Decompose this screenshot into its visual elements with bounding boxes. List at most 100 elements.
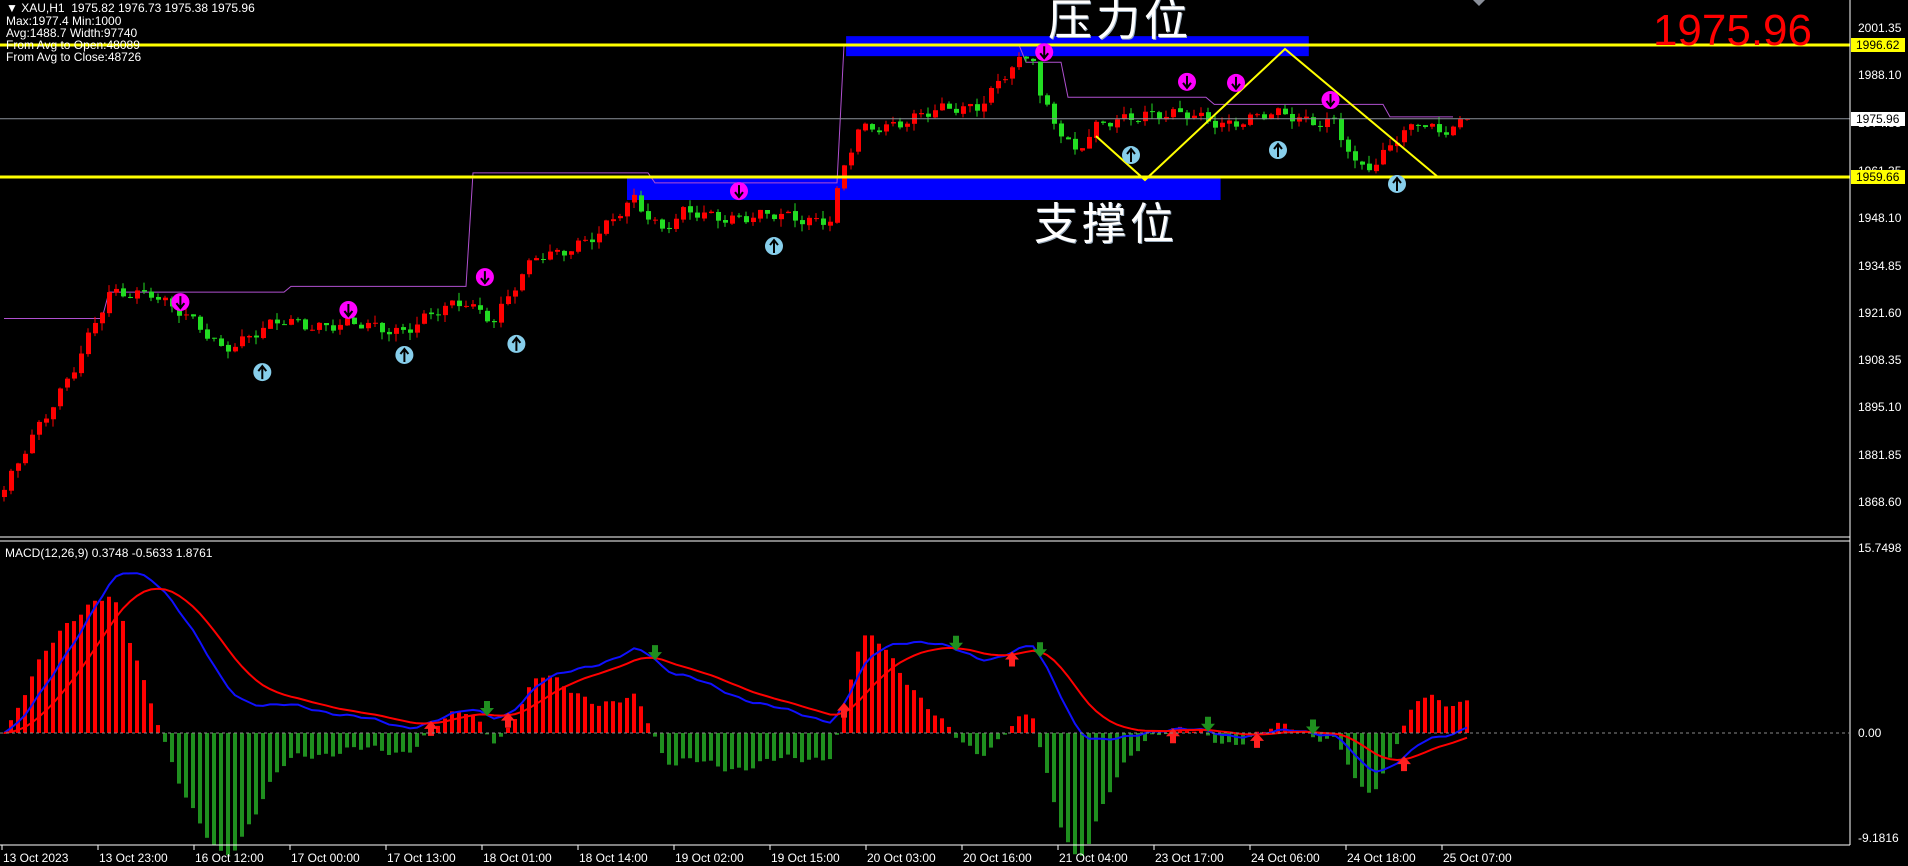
macd-histogram-bar — [331, 733, 335, 757]
candle-body — [359, 324, 364, 329]
candle-body — [499, 303, 504, 323]
candle-body — [954, 108, 959, 113]
chart-shift-marker-icon[interactable] — [1473, 0, 1485, 6]
symbol-info: ▼ XAU,H1 1975.82 1976.73 1975.38 1975.96 — [6, 2, 255, 14]
macd-histogram-bar — [576, 693, 580, 733]
macd-histogram-bar — [618, 702, 622, 733]
macd-histogram-bar — [632, 693, 636, 733]
macd-histogram-bar — [121, 620, 125, 733]
candle-body — [779, 213, 784, 220]
macd-histogram-bar — [947, 726, 951, 733]
candle-body — [429, 312, 434, 315]
candle-body — [1108, 122, 1113, 127]
candle-body — [1297, 117, 1302, 122]
candle-body — [268, 319, 273, 329]
macd-histogram-bar — [520, 703, 524, 733]
candle-body — [1171, 109, 1176, 118]
candle-body — [457, 300, 462, 307]
candle-body — [793, 211, 798, 221]
candle-body — [184, 314, 189, 316]
macd-histogram-bar — [688, 733, 692, 759]
candle-body — [443, 305, 448, 316]
candle-body — [450, 300, 455, 306]
macd-histogram-bar — [240, 733, 244, 837]
candle-body — [1178, 108, 1183, 113]
macd-histogram-bar — [499, 733, 503, 737]
candle-body — [23, 453, 28, 464]
macd-histogram-bar — [149, 703, 153, 733]
macd-histogram-bar — [51, 642, 55, 733]
candle-body — [485, 310, 490, 322]
candle-body — [1458, 119, 1463, 128]
candle-body — [1066, 137, 1071, 140]
macd-histogram-bar — [142, 680, 146, 733]
candle-body — [527, 260, 532, 275]
candle-body — [800, 220, 805, 225]
candle-body — [114, 288, 119, 293]
collapse-triangle-icon[interactable]: ▼ — [6, 1, 21, 15]
macd-histogram-bar — [772, 733, 776, 761]
macd-histogram-bar — [1094, 733, 1098, 822]
macd-histogram-bar — [170, 733, 174, 763]
time-label: 23 Oct 17:00 — [1155, 851, 1224, 865]
candle-body — [1087, 136, 1092, 149]
candle-body — [1213, 120, 1218, 128]
macd-histogram-bar — [569, 692, 573, 733]
macd-histogram-bar — [457, 712, 461, 733]
candle-body — [1402, 130, 1407, 143]
macd-histogram-bar — [296, 733, 300, 754]
candle-body — [1374, 164, 1379, 172]
candle-body — [863, 123, 868, 131]
candle-body — [331, 325, 336, 331]
macd-histogram-bar — [268, 733, 272, 782]
macd-histogram-bar — [730, 733, 734, 770]
macd-histogram-bar — [100, 600, 104, 733]
candle-body — [1157, 112, 1162, 119]
candle-body — [555, 249, 560, 252]
time-label: 24 Oct 06:00 — [1251, 851, 1320, 865]
candle-body — [1031, 58, 1036, 61]
candle-body — [1346, 139, 1351, 152]
macd-histogram-bar — [1038, 733, 1042, 748]
candle-body — [1290, 113, 1295, 122]
candle-body — [1451, 126, 1456, 136]
candle-body — [128, 296, 133, 298]
price-level-resistance: 1996.62 — [1851, 38, 1905, 52]
macd-histogram-bar — [1059, 733, 1063, 828]
macd-histogram-bar — [639, 706, 643, 733]
macd-histogram-bar — [338, 733, 342, 754]
macd-histogram-bar — [163, 733, 167, 742]
candle-body — [79, 353, 84, 374]
candle-body — [1353, 151, 1358, 161]
candle-body — [884, 124, 889, 132]
macd-histogram-bar — [996, 733, 1000, 740]
levels-layer — [0, 43, 1850, 179]
candle-body — [611, 219, 616, 222]
candle-body — [569, 251, 574, 255]
macd-histogram-bar — [646, 723, 650, 733]
candle-body — [135, 290, 140, 299]
macd-histogram-bar — [373, 733, 377, 746]
candle-body — [303, 319, 308, 330]
macd-histogram-bar — [604, 701, 608, 733]
candle-body — [408, 329, 413, 333]
price-tick-label: 1921.60 — [1858, 305, 1902, 320]
macd-histogram-bar — [1080, 733, 1084, 856]
macd-histogram-bar — [1451, 705, 1455, 733]
macd-histogram-bar — [1073, 733, 1077, 855]
candle-body — [1283, 108, 1288, 115]
macd-histogram-bar — [289, 733, 293, 758]
candle-body — [548, 251, 553, 260]
candle-body — [737, 215, 742, 217]
macd-histogram-bar — [884, 649, 888, 733]
candle-body — [1409, 124, 1414, 130]
macd-histogram-bar — [282, 733, 286, 767]
macd-layer — [2, 572, 1469, 856]
candle-body — [1094, 121, 1099, 138]
macd-histogram-bar — [93, 600, 97, 733]
candle-body — [1444, 132, 1449, 135]
candle-body — [163, 297, 168, 301]
chart-canvas[interactable] — [0, 0, 1908, 866]
candle-body — [352, 317, 357, 325]
macd-histogram-bar — [961, 733, 965, 743]
